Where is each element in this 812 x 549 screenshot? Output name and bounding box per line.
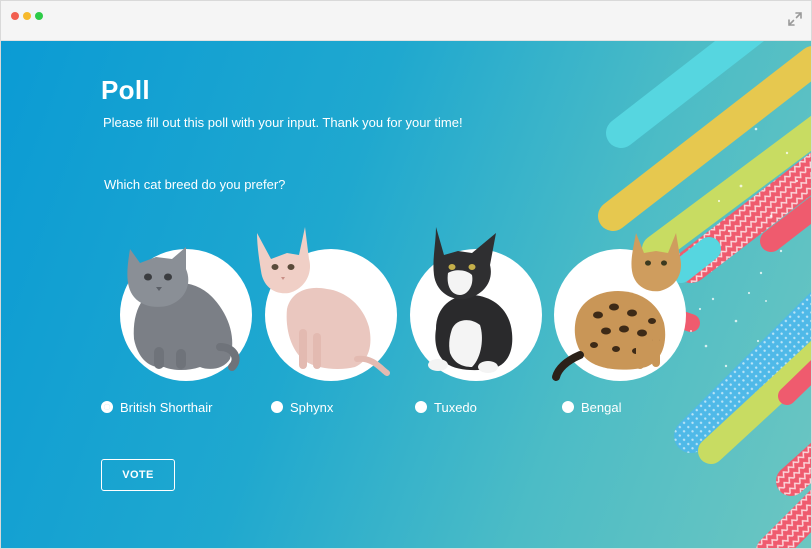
hairless-cat-image xyxy=(257,227,390,376)
option-card-british-shorthair[interactable] xyxy=(102,229,262,419)
option-radio-british-shorthair[interactable]: British Shorthair xyxy=(101,397,212,417)
browser-window: Poll Please fill out this poll with your… xyxy=(0,0,812,549)
option-radio-sphynx[interactable]: Sphynx xyxy=(271,397,333,417)
expand-icon[interactable] xyxy=(787,11,803,27)
vote-button[interactable]: VOTE xyxy=(101,459,175,491)
option-label: Bengal xyxy=(581,399,622,415)
gray-kitten-image xyxy=(127,247,240,371)
maximize-window-button[interactable] xyxy=(35,12,43,20)
close-window-button[interactable] xyxy=(11,12,19,20)
black-white-kitten-image xyxy=(428,227,513,373)
option-card-bengal[interactable] xyxy=(536,229,696,419)
option-radio-tuxedo[interactable]: Tuxedo xyxy=(415,397,477,417)
option-label: British Shorthair xyxy=(120,399,213,415)
radio-button-selected[interactable] xyxy=(101,401,113,413)
spotted-cat-image xyxy=(552,233,682,381)
option-card-tuxedo[interactable] xyxy=(392,227,552,419)
option-label: Tuxedo xyxy=(434,399,477,415)
radio-button[interactable] xyxy=(271,401,283,413)
poll-question: Which cat breed do you prefer? xyxy=(104,177,286,192)
option-radio-bengal[interactable]: Bengal xyxy=(562,397,621,417)
radio-button[interactable] xyxy=(562,401,574,413)
poll-subtitle: Please fill out this poll with your inpu… xyxy=(103,115,463,130)
radio-button[interactable] xyxy=(415,401,427,413)
poll-title: Poll xyxy=(101,75,150,105)
option-label: Sphynx xyxy=(290,399,334,415)
window-titlebar xyxy=(1,1,811,41)
minimize-window-button[interactable] xyxy=(23,12,31,20)
poll-page: Poll Please fill out this poll with your… xyxy=(1,41,811,548)
option-card-sphynx[interactable] xyxy=(247,227,407,419)
